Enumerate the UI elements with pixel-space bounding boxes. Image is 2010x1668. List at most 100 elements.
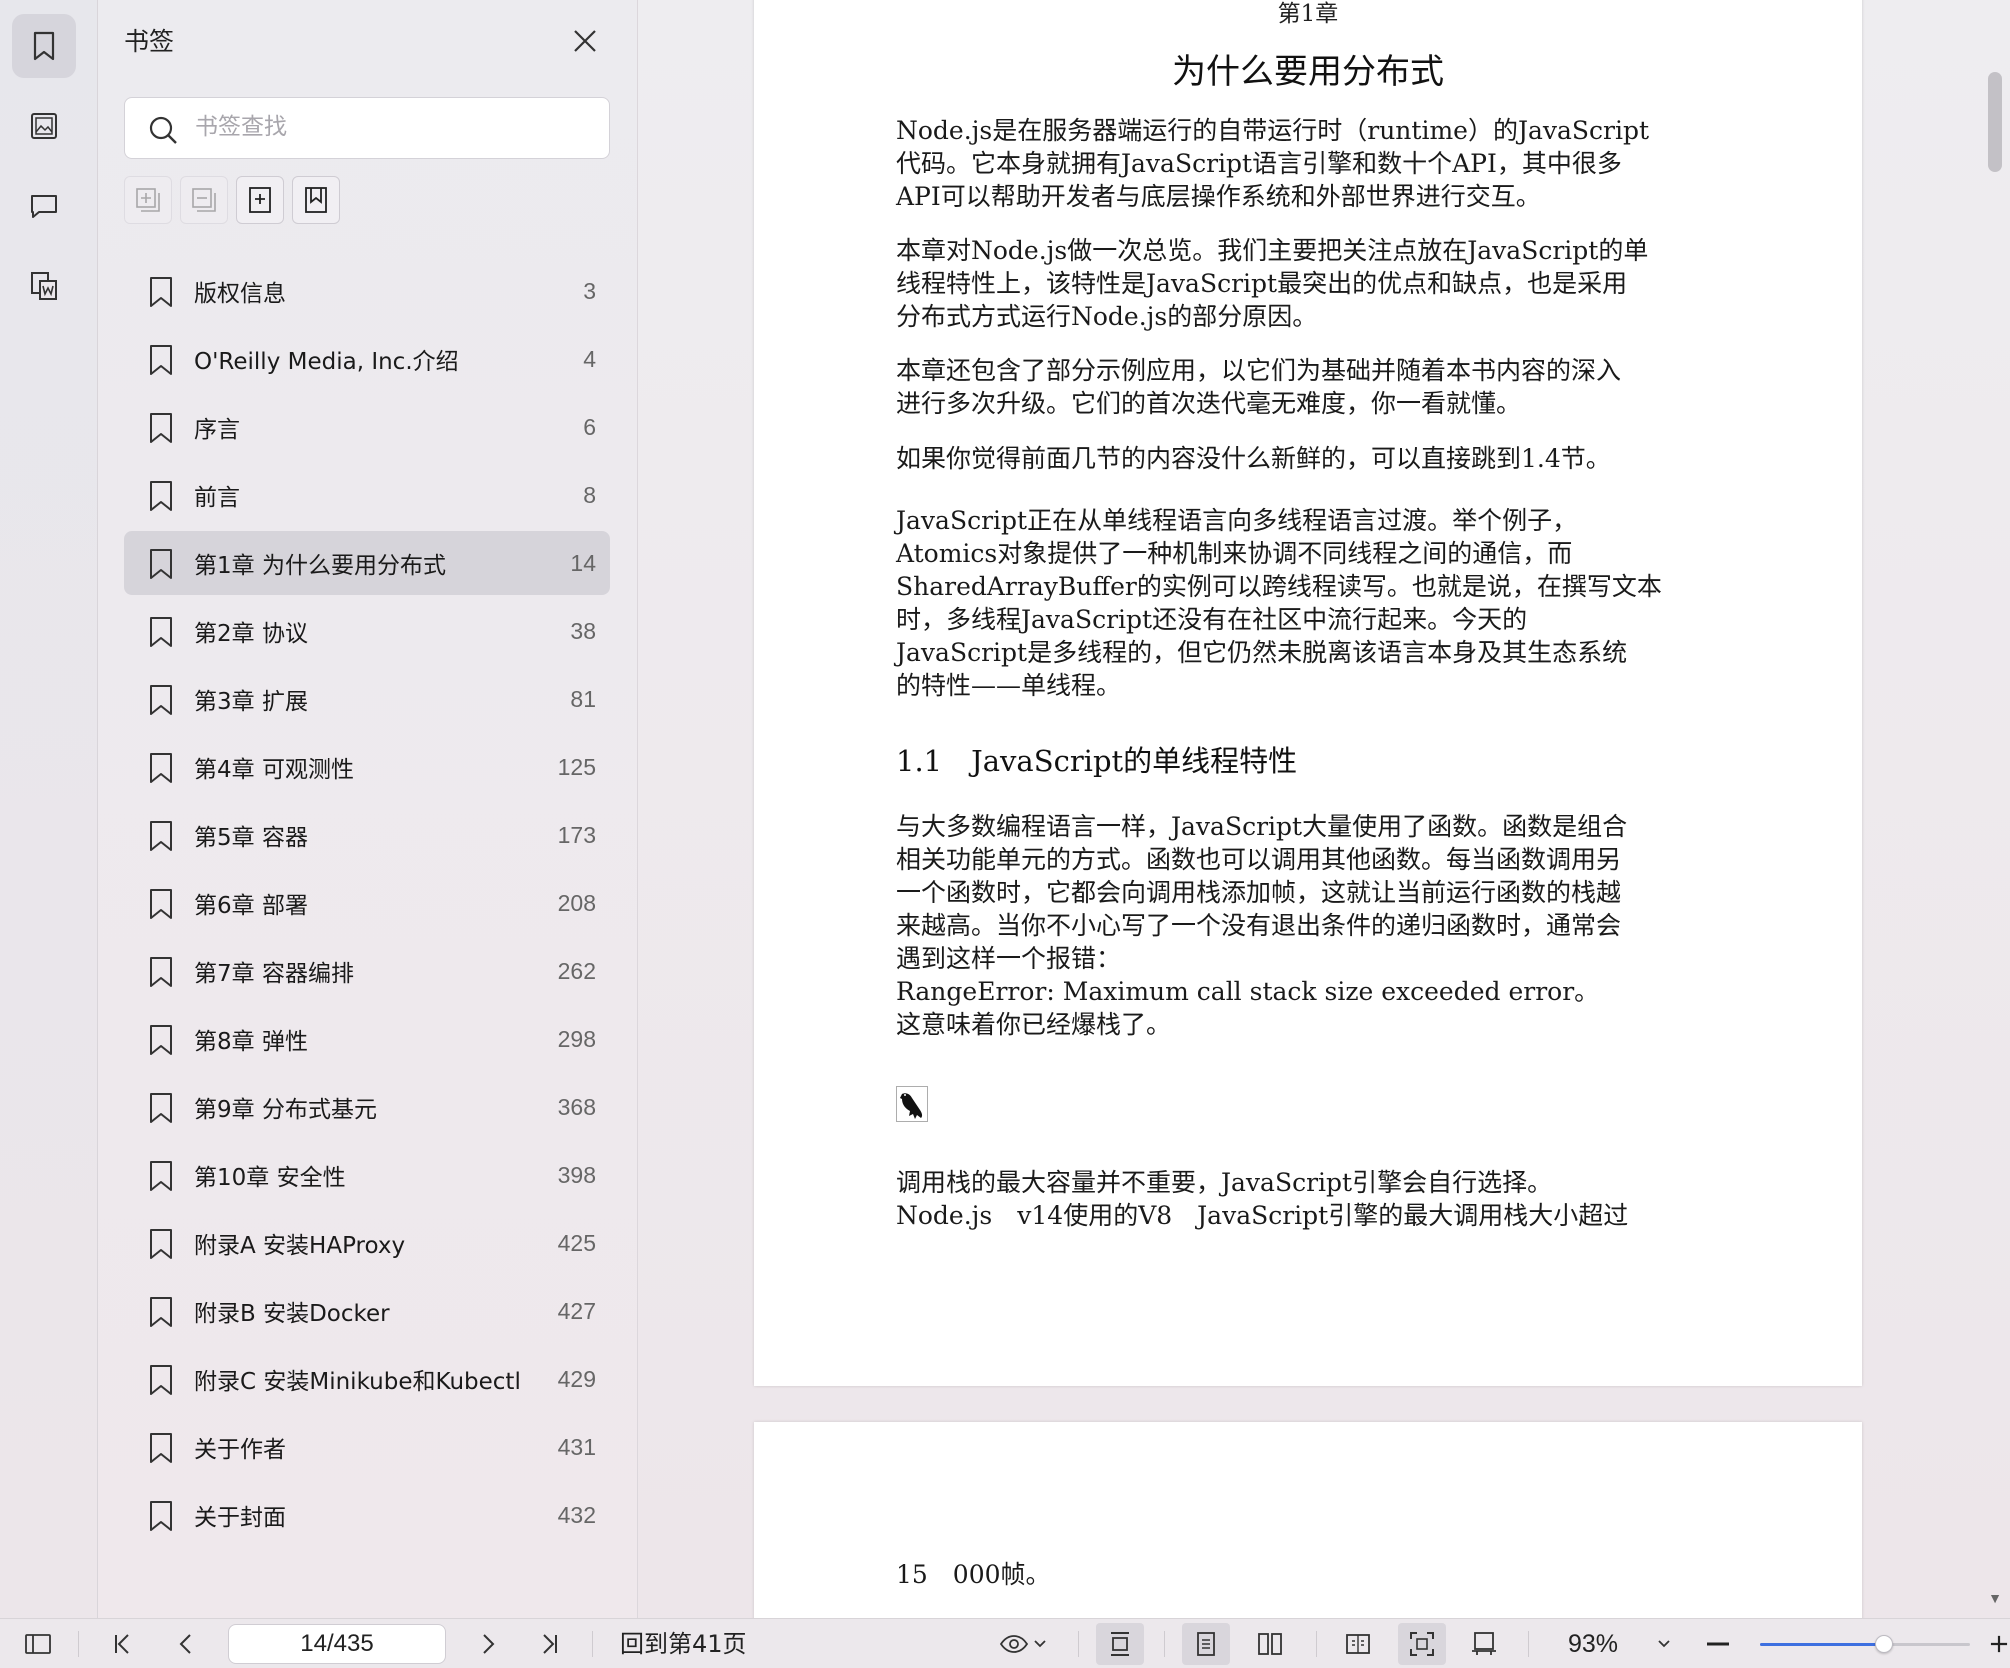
zoom-slider[interactable] — [1760, 1635, 1970, 1653]
presentation-button[interactable] — [1460, 1619, 1508, 1668]
bookmark-panel: 书签 版权信息 3 O'Reilly Media, Inc.介绍 4 序言 6 前言 8 第1章… — [98, 0, 638, 1618]
bookmark-search-box — [124, 97, 610, 159]
bookmark-item[interactable]: 第10章 安全性 398 — [124, 1143, 610, 1207]
document-page: 15 000帧。 — [754, 1422, 1862, 1618]
back-to-page-link[interactable]: 回到第41页 — [620, 1619, 747, 1668]
bookmark-page-number: 38 — [570, 617, 596, 644]
paragraph: 本章对Node.js做一次总览。我们主要把关注点放在JavaScript的单 线程… — [896, 236, 1649, 331]
thumbnail-panel-button[interactable] — [12, 94, 76, 158]
bookmark-item[interactable]: 序言 6 — [124, 395, 610, 459]
bookmark-page-number: 173 — [557, 821, 596, 848]
zoom-in-button[interactable] — [1988, 1619, 2010, 1668]
bookmark-label: 第1章 为什么要用分布式 — [194, 553, 446, 579]
error-message: RangeError: Maximum call stack size exce… — [896, 977, 1600, 1006]
bookmark-item[interactable]: 前言 8 — [124, 463, 610, 527]
bookmark-page-number: 262 — [557, 957, 596, 984]
two-page-button[interactable] — [1246, 1619, 1294, 1668]
bookmark-icon — [150, 617, 172, 647]
zoom-slider-handle[interactable] — [1874, 1635, 1893, 1653]
bookmark-label: 版权信息 — [194, 281, 286, 307]
bookmark-item[interactable]: 第4章 可观测性 125 — [124, 735, 610, 799]
collapse-all-button[interactable] — [180, 176, 228, 224]
bookmark-page-number: 368 — [557, 1093, 596, 1120]
zoom-dropdown-button[interactable] — [1652, 1619, 1676, 1668]
bookmark-item[interactable]: 版权信息 3 — [124, 259, 610, 323]
previous-page-button[interactable] — [166, 1619, 206, 1668]
last-page-icon — [543, 1634, 557, 1654]
zoom-level[interactable]: 93% — [1568, 1619, 1618, 1668]
toggle-sidebar-button[interactable] — [18, 1619, 58, 1668]
bookmark-label: 附录C 安装Minikube和Kubectl — [194, 1369, 521, 1395]
bookmark-icon — [150, 1093, 172, 1123]
bookmark-item[interactable]: 关于封面 432 — [124, 1483, 610, 1547]
extract-panel-button[interactable] — [12, 254, 76, 318]
last-page-button[interactable] — [530, 1619, 570, 1668]
bookmark-label: 序言 — [194, 417, 240, 443]
bookmark-page-number: 398 — [557, 1161, 596, 1188]
bookmark-icon — [150, 413, 172, 443]
bookmark-item[interactable]: 附录B 安装Docker 427 — [124, 1279, 610, 1343]
comment-icon — [31, 195, 57, 218]
bookmark-page-number: 298 — [557, 1025, 596, 1052]
bookmark-item[interactable]: 第8章 弹性 298 — [124, 1007, 610, 1071]
bookmark-label: 第3章 扩展 — [194, 689, 308, 715]
bookmark-item[interactable]: 第9章 分布式基元 368 — [124, 1075, 610, 1139]
bookmark-search-input[interactable] — [195, 98, 595, 156]
section-title: 1.1 JavaScript的单线程特性 — [896, 744, 1298, 778]
bookmark-item[interactable]: 第5章 容器 173 — [124, 803, 610, 867]
bookmark-item[interactable]: 第1章 为什么要用分布式 14 — [124, 531, 610, 595]
book-mode-button[interactable] — [1334, 1619, 1382, 1668]
bookmark-item[interactable]: 第2章 协议 38 — [124, 599, 610, 663]
bookmark-icon — [150, 1501, 172, 1531]
document-view[interactable]: 第1章 为什么要用分布式 Node.js是在服务器端运行的自带运行时（runti… — [638, 0, 2010, 1618]
first-page-button[interactable] — [102, 1619, 142, 1668]
bookmark-page-number: 8 — [583, 481, 596, 508]
bookmark-page-number: 431 — [557, 1433, 596, 1460]
plus-icon — [1990, 1635, 2008, 1653]
image-icon — [31, 113, 57, 139]
bookmark-page-number: 81 — [570, 685, 596, 712]
document-page: 第1章 为什么要用分布式 Node.js是在服务器端运行的自带运行时（runti… — [754, 0, 1862, 1386]
fullscreen-button[interactable] — [1398, 1623, 1446, 1665]
bookmark-item[interactable]: 第6章 部署 208 — [124, 871, 610, 935]
bookmark-page-number: 429 — [557, 1365, 596, 1392]
bookmark-label: 第2章 协议 — [194, 621, 308, 647]
paragraph: JavaScript正在从单线程语言向多线程语言过渡。举个例子， Atomics… — [896, 506, 1662, 700]
bookmark-icon — [150, 1433, 172, 1463]
comment-panel-button[interactable] — [12, 174, 76, 238]
bookmark-panel-button[interactable] — [12, 14, 76, 78]
add-bookmark-button[interactable] — [236, 176, 284, 224]
bookmark-settings-button[interactable] — [292, 176, 340, 224]
paragraph: Node.js是在服务器端运行的自带运行时（runtime）的JavaScrip… — [896, 116, 1650, 211]
bookmark-label: 第7章 容器编排 — [194, 961, 354, 987]
bookmark-item[interactable]: 附录C 安装Minikube和Kubectl 429 — [124, 1347, 610, 1411]
bookmark-icon — [150, 821, 172, 851]
bookmark-item[interactable]: 第3章 扩展 81 — [124, 667, 610, 731]
eye-mode-button[interactable] — [988, 1619, 1058, 1668]
first-page-icon — [115, 1634, 129, 1654]
bookmark-item[interactable]: 第7章 容器编排 262 — [124, 939, 610, 1003]
expand-all-button[interactable] — [124, 176, 172, 224]
bookmark-item[interactable]: 附录A 安装HAProxy 425 — [124, 1211, 610, 1275]
bookmark-page-number: 425 — [557, 1229, 596, 1256]
bookmark-icon — [150, 957, 172, 987]
next-page-button[interactable] — [468, 1619, 508, 1668]
bookmark-item[interactable]: 关于作者 431 — [124, 1415, 610, 1479]
bookmark-icon — [150, 549, 172, 579]
single-page-button[interactable] — [1182, 1623, 1230, 1665]
vertical-scrollbar[interactable] — [1988, 72, 2002, 172]
bookmark-label: 第9章 分布式基元 — [194, 1097, 377, 1123]
chevron-down-icon — [1034, 1640, 1046, 1648]
bookmark-list: 版权信息 3 O'Reilly Media, Inc.介绍 4 序言 6 前言 8 第1章 为什… — [124, 259, 610, 1551]
bookmark-icon — [150, 1025, 172, 1055]
bookmark-label: 关于封面 — [194, 1505, 286, 1531]
bookmark-icon — [150, 345, 172, 375]
page-number-input[interactable] — [228, 1624, 446, 1664]
bookmark-item[interactable]: O'Reilly Media, Inc.介绍 4 — [124, 327, 610, 391]
left-rail — [0, 0, 98, 1618]
scroll-down-arrow[interactable]: ▼ — [1988, 1590, 2002, 1606]
close-panel-button[interactable] — [568, 24, 602, 58]
zoom-out-button[interactable] — [1700, 1619, 1736, 1668]
presentation-icon — [1472, 1632, 1496, 1655]
fit-height-button[interactable] — [1096, 1623, 1144, 1665]
